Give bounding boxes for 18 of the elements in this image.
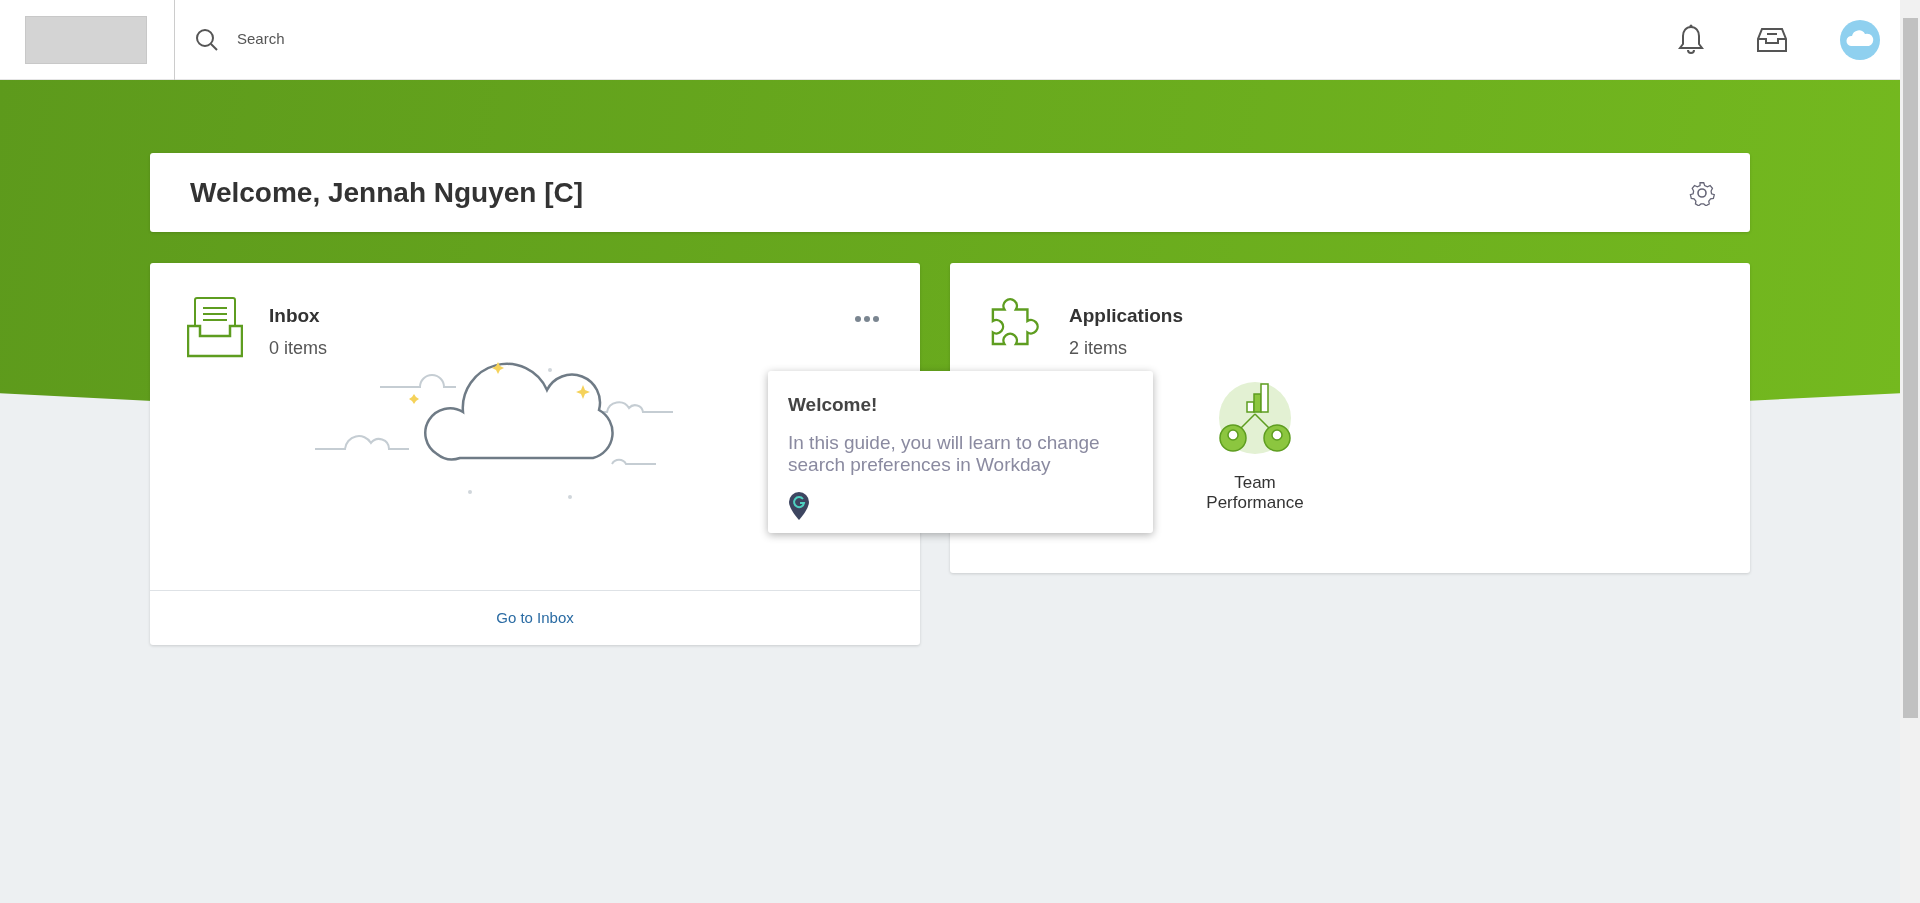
settings-icon[interactable] (1689, 179, 1715, 206)
team-performance-icon[interactable] (1217, 379, 1293, 456)
guide-pin-icon (788, 491, 810, 522)
popup-text: In this guide, you will learn to change search preferences in Workday (788, 431, 1101, 478)
inbox-tray-icon (187, 296, 243, 358)
item-count: 2 items (1069, 336, 1129, 360)
go-to-inbox-link[interactable]: Go to Inbox (496, 609, 574, 626)
scrollbar[interactable] (1900, 0, 1920, 903)
item-count: 0 items (269, 336, 328, 360)
inbox-tray-icon[interactable] (1756, 26, 1788, 53)
welcome-heading: Welcome, Jennah Nguyen [C] (190, 175, 584, 210)
search-icon (195, 27, 219, 52)
popup-title: Welcome! (788, 393, 879, 417)
bell-icon[interactable] (1678, 23, 1704, 56)
app-link[interactable]: Team Performance (1190, 471, 1320, 515)
more-dots-icon (854, 314, 880, 323)
card-title: Inbox (269, 304, 321, 328)
card-title: Applications (1069, 304, 1183, 328)
